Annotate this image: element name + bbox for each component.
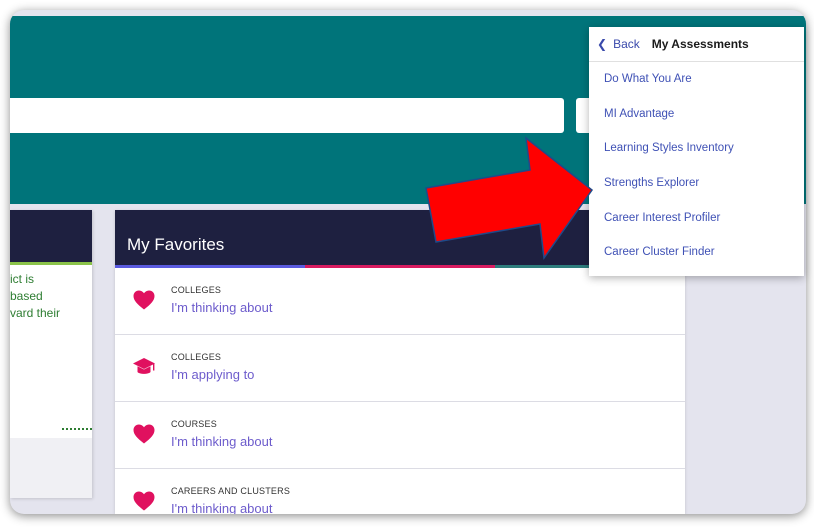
left-card-line: based [10, 289, 43, 303]
search-input[interactable] [10, 98, 564, 133]
heart-icon [133, 491, 155, 511]
menu-item-learning-styles-inventory[interactable]: Learning Styles Inventory [589, 131, 804, 166]
favorites-link[interactable]: I'm thinking about [171, 434, 273, 449]
favorites-category: CAREERS AND CLUSTERS [171, 486, 291, 496]
menu-item-strengths-explorer[interactable]: Strengths Explorer [589, 166, 804, 201]
menu-item-career-interest-profiler[interactable]: Career Interest Profiler [589, 200, 804, 235]
favorites-row[interactable]: COLLEGES I'm applying to [115, 335, 685, 402]
back-button[interactable]: ❮ Back [597, 37, 640, 51]
menu-item-mi-advantage[interactable]: MI Advantage [589, 97, 804, 132]
left-card-footer [10, 438, 92, 498]
favorites-category: COLLEGES [171, 352, 222, 362]
favorites-row[interactable]: COURSES I'm thinking about [115, 402, 685, 469]
annotation-arrow-icon [425, 136, 594, 261]
favorites-link[interactable]: I'm thinking about [171, 501, 273, 514]
favorites-row[interactable]: CAREERS AND CLUSTERS I'm thinking about [115, 469, 685, 514]
menu-item-do-what-you-are[interactable]: Do What You Are [589, 62, 804, 97]
favorites-link[interactable]: I'm thinking about [171, 300, 273, 315]
left-card-header [10, 210, 92, 265]
left-card-line: ict is [10, 272, 34, 286]
back-label: Back [613, 37, 640, 51]
heart-icon [133, 424, 155, 444]
favorites-category: COURSES [171, 419, 217, 429]
menu-item-career-cluster-finder[interactable]: Career Cluster Finder [589, 235, 804, 270]
favorites-link[interactable]: I'm applying to [171, 367, 254, 382]
left-info-card: ict is based vard their [10, 210, 92, 498]
assessments-dropdown: ❮ Back My Assessments Do What You Are MI… [589, 27, 804, 276]
left-card-text: ict is based vard their [10, 265, 92, 322]
chevron-left-icon: ❮ [597, 37, 608, 51]
truncated-link[interactable] [62, 428, 92, 430]
dropdown-header: ❮ Back My Assessments [589, 27, 804, 62]
favorites-row[interactable]: COLLEGES I'm thinking about [115, 268, 685, 335]
favorites-category: COLLEGES [171, 285, 222, 295]
dropdown-title: My Assessments [651, 37, 749, 51]
heart-icon [133, 290, 155, 310]
left-card-line: vard their [10, 306, 61, 320]
graduation-cap-icon [133, 358, 155, 374]
